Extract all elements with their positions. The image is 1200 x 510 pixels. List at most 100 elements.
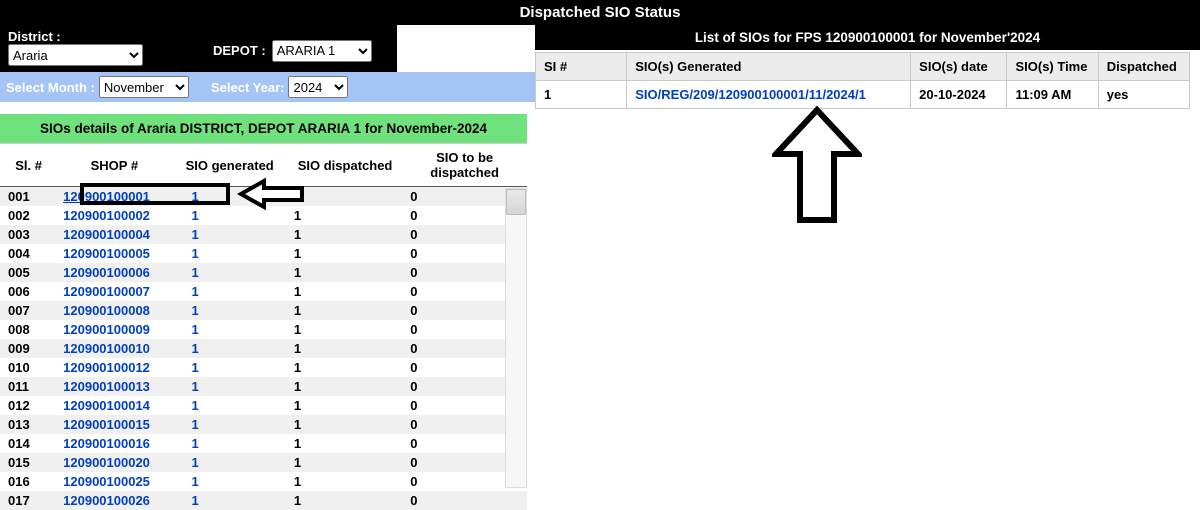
cell-disp: 1 xyxy=(288,244,402,263)
cell-sl: 015 xyxy=(0,453,57,472)
page-title: Dispatched SIO Status xyxy=(0,0,1200,25)
cell-shop-link[interactable]: 120900100007 xyxy=(57,282,171,301)
sio-details-grid: Sl. # SHOP # SIO generated SIO dispatche… xyxy=(0,144,527,510)
col-tobe: SIO to be dispatched xyxy=(402,144,527,187)
col-sio-date: SIO(s) date xyxy=(911,53,1007,81)
cell-gen-link[interactable]: 1 xyxy=(171,225,287,244)
cell-sl: 016 xyxy=(0,472,57,491)
cell-shop-link[interactable]: 120900100026 xyxy=(57,491,171,510)
cell-disp: 1 xyxy=(288,225,402,244)
cell-shop-link[interactable]: 120900100016 xyxy=(57,434,171,453)
cell-sl: 002 xyxy=(0,206,57,225)
cell-shop-link[interactable]: 120900100012 xyxy=(57,358,171,377)
left-column: District : Araria DEPOT : ARARIA 1 Selec… xyxy=(0,25,535,510)
cell-shop-link[interactable]: 120900100015 xyxy=(57,415,171,434)
cell-time: 11:09 AM xyxy=(1007,81,1098,109)
table-row: 016120900100025110 xyxy=(0,472,527,491)
table-row: 001120900100001110 xyxy=(0,187,527,207)
cell-disp: 1 xyxy=(288,472,402,491)
cell-sio-link[interactable]: SIO/REG/209/120900100001/11/2024/1 xyxy=(627,81,911,109)
cell-disp: 1 xyxy=(288,434,402,453)
cell-shop-link[interactable]: 120900100010 xyxy=(57,339,171,358)
cell-shop-link[interactable]: 120900100001 xyxy=(57,187,171,207)
cell-shop-link[interactable]: 120900100013 xyxy=(57,377,171,396)
col-sl: SI # xyxy=(536,53,627,81)
cell-shop-link[interactable]: 120900100025 xyxy=(57,472,171,491)
table-row: 008120900100009110 xyxy=(0,320,527,339)
cell-sl: 003 xyxy=(0,225,57,244)
cell-disp: 1 xyxy=(288,396,402,415)
cell-shop-link[interactable]: 120900100009 xyxy=(57,320,171,339)
cell-gen-link[interactable]: 1 xyxy=(171,491,287,510)
cell-gen-link[interactable]: 1 xyxy=(171,263,287,282)
cell-sl: 010 xyxy=(0,358,57,377)
table-row: 004120900100005110 xyxy=(0,244,527,263)
col-gen: SIO generated xyxy=(171,144,287,187)
cell-shop-link[interactable]: 120900100005 xyxy=(57,244,171,263)
cell-sl: 013 xyxy=(0,415,57,434)
cell-disp: 1 xyxy=(288,301,402,320)
cell-shop-link[interactable]: 120900100002 xyxy=(57,206,171,225)
cell-sl: 006 xyxy=(0,282,57,301)
table-row: 013120900100015110 xyxy=(0,415,527,434)
sios-list-table: SI # SIO(s) Generated SIO(s) date SIO(s)… xyxy=(535,52,1190,109)
left-panel-header: SIOs details of Araria DISTRICT, DEPOT A… xyxy=(0,114,527,144)
depot-select[interactable]: ARARIA 1 xyxy=(272,40,372,62)
cell-gen-link[interactable]: 1 xyxy=(171,187,287,207)
district-filter: District : Araria xyxy=(0,25,205,72)
cell-gen-link[interactable]: 1 xyxy=(171,396,287,415)
cell-disp: 1 xyxy=(288,453,402,472)
cell-disp: 1 xyxy=(288,491,402,510)
cell-gen-link[interactable]: 1 xyxy=(171,358,287,377)
cell-gen-link[interactable]: 1 xyxy=(171,301,287,320)
cell-disp: 1 xyxy=(288,206,402,225)
cell-gen-link[interactable]: 1 xyxy=(171,339,287,358)
cell-gen-link[interactable]: 1 xyxy=(171,282,287,301)
cell-gen-link[interactable]: 1 xyxy=(171,377,287,396)
scrollbar-track[interactable] xyxy=(505,188,527,488)
grid-header-row: Sl. # SHOP # SIO generated SIO dispatche… xyxy=(0,144,527,187)
cell-gen-link[interactable]: 1 xyxy=(171,472,287,491)
cell-disp: 1 xyxy=(288,320,402,339)
cell-sl: 008 xyxy=(0,320,57,339)
table-row: 012120900100014110 xyxy=(0,396,527,415)
cell-gen-link[interactable]: 1 xyxy=(171,206,287,225)
cell-sl: 009 xyxy=(0,339,57,358)
cell-gen-link[interactable]: 1 xyxy=(171,320,287,339)
table-row: 009120900100010110 xyxy=(0,339,527,358)
district-label: District : xyxy=(8,29,197,44)
col-shop: SHOP # xyxy=(57,144,171,187)
cell-sl: 007 xyxy=(0,301,57,320)
year-select[interactable]: 2024 xyxy=(288,76,348,98)
col-sio-time: SIO(s) Time xyxy=(1007,53,1098,81)
cell-gen-link[interactable]: 1 xyxy=(171,244,287,263)
table-row: 1SIO/REG/209/120900100001/11/2024/120-10… xyxy=(536,81,1190,109)
depot-label: DEPOT : xyxy=(213,43,266,58)
col-sio-generated: SIO(s) Generated xyxy=(627,53,911,81)
table-row: 010120900100012110 xyxy=(0,358,527,377)
col-disp: SIO dispatched xyxy=(288,144,402,187)
cell-tobe: 0 xyxy=(402,491,527,510)
cell-shop-link[interactable]: 120900100004 xyxy=(57,225,171,244)
table-row: 002120900100002110 xyxy=(0,206,527,225)
cell-gen-link[interactable]: 1 xyxy=(171,453,287,472)
table-row: 005120900100006110 xyxy=(0,263,527,282)
scrollbar-thumb[interactable] xyxy=(506,189,526,215)
cell-date: 20-10-2024 xyxy=(911,81,1007,109)
cell-gen-link[interactable]: 1 xyxy=(171,434,287,453)
cell-shop-link[interactable]: 120900100006 xyxy=(57,263,171,282)
cell-sl: 012 xyxy=(0,396,57,415)
table-row: 014120900100016110 xyxy=(0,434,527,453)
cell-gen-link[interactable]: 1 xyxy=(171,415,287,434)
table-row: 006120900100007110 xyxy=(0,282,527,301)
cell-sl: 017 xyxy=(0,491,57,510)
cell-shop-link[interactable]: 120900100020 xyxy=(57,453,171,472)
district-select[interactable]: Araria xyxy=(8,44,143,66)
cell-sl: 004 xyxy=(0,244,57,263)
cell-shop-link[interactable]: 120900100008 xyxy=(57,301,171,320)
cell-shop-link[interactable]: 120900100014 xyxy=(57,396,171,415)
cell-dispatched: yes xyxy=(1098,81,1189,109)
filter-row-1: District : Araria DEPOT : ARARIA 1 xyxy=(0,25,535,72)
month-select[interactable]: November xyxy=(99,76,189,98)
table-row: 007120900100008110 xyxy=(0,301,527,320)
